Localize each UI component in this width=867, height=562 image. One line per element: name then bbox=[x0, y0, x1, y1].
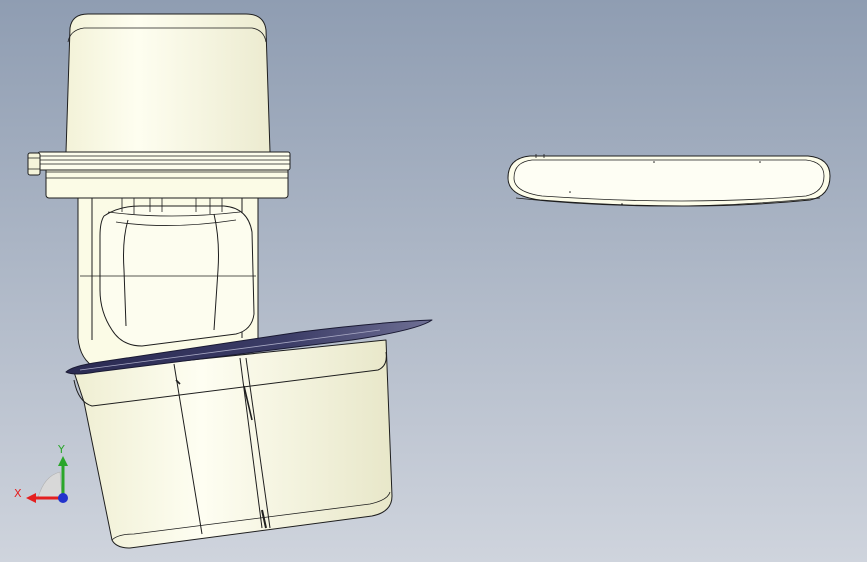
cad-scene[interactable]: Y X bbox=[0, 0, 867, 562]
flat-lid[interactable] bbox=[507, 154, 831, 207]
y-axis-label: Y bbox=[57, 443, 65, 456]
cup-body[interactable] bbox=[73, 339, 393, 549]
z-axis-dot-icon bbox=[58, 493, 68, 503]
x-axis-label: X bbox=[14, 487, 22, 500]
collar-rings[interactable] bbox=[27, 151, 291, 199]
cad-viewport[interactable]: Y X bbox=[0, 0, 867, 562]
bottle-cap[interactable] bbox=[65, 13, 271, 153]
